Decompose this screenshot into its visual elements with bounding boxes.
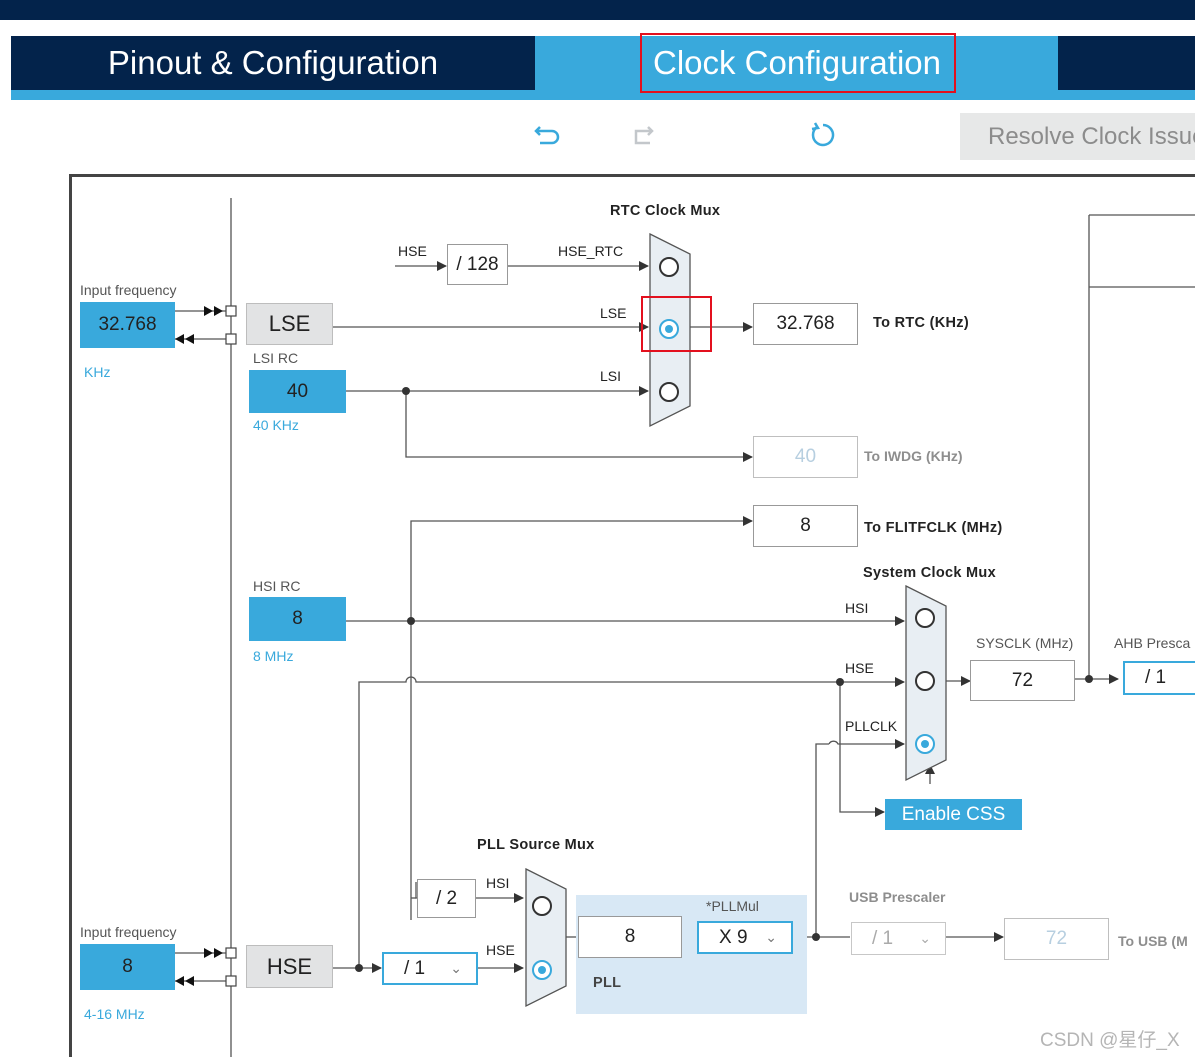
select-value: / 1 (404, 957, 426, 979)
title-bar (0, 0, 1195, 20)
to-usb-label: To USB (M (1118, 933, 1188, 949)
lsi-rc-value: 40 (249, 370, 346, 413)
usb-output-field: 72 (1004, 918, 1109, 960)
sys-mux-hse-radio[interactable] (915, 671, 935, 691)
hsi-div2-box: / 2 (417, 879, 476, 918)
lsi-unit: 40 KHz (253, 417, 299, 433)
hse-rtc-label: HSE_RTC (558, 243, 624, 259)
hse-source-box[interactable]: HSE (246, 945, 333, 988)
usb-prescaler-label: USB Prescaler (849, 889, 946, 905)
select-value: / 1 (1145, 667, 1167, 688)
to-rtc-label: To RTC (KHz) (873, 315, 969, 331)
hse-input-frequency-label: Input frequency (80, 924, 177, 940)
rtc-mux-lsi-radio[interactable] (659, 382, 679, 402)
pll-mux-hsi-radio[interactable] (532, 896, 552, 916)
hsi-unit: 8 MHz (253, 648, 294, 664)
watermark: CSDN @星仔_X (1040, 1030, 1180, 1051)
flitf-output-field: 8 (753, 505, 858, 547)
sys-pllclk-label: PLLCLK (845, 718, 898, 734)
hse-prediv-select[interactable]: / 1 ⌄ (382, 952, 478, 985)
sysclk-label: SYSCLK (MHz) (976, 635, 1074, 651)
chevron-down-icon: ⌄ (919, 930, 931, 946)
pllmul-label: *PLLMul (706, 898, 759, 914)
rtc-lse-label: LSE (600, 305, 627, 321)
sys-mux-pllclk-radio[interactable] (915, 734, 935, 754)
redo-icon[interactable] (626, 120, 656, 150)
lse-input-frequency-field[interactable]: 32.768 (80, 302, 175, 348)
pll-source-mux-title: PLL Source Mux (477, 837, 595, 853)
to-flitfclk-label: To FLITFCLK (MHz) (864, 520, 1003, 536)
sys-hse-label: HSE (845, 660, 874, 676)
system-clock-mux-title: System Clock Mux (863, 565, 996, 581)
select-value: / 1 (872, 927, 894, 949)
rtc-lsi-label: LSI (600, 368, 622, 384)
pllmul-select[interactable]: X 9 ⌄ (697, 921, 793, 954)
sysclk-field[interactable]: 72 (970, 660, 1075, 701)
pll-mux-hse-radio[interactable] (532, 960, 552, 980)
hse-unit: 4-16 MHz (84, 1006, 145, 1022)
undo-icon[interactable] (532, 120, 562, 150)
highlight-box (640, 33, 956, 93)
chevron-down-icon: ⌄ (450, 960, 462, 976)
to-iwdg-label: To IWDG (KHz) (864, 448, 963, 464)
lse-unit: KHz (84, 364, 111, 380)
sys-mux-hsi-radio[interactable] (915, 608, 935, 628)
lse-input-frequency-label: Input frequency (80, 282, 177, 298)
rtc-lse-highlight (641, 296, 712, 352)
rtc-hse-label: HSE (398, 243, 427, 259)
rtc-output-field[interactable]: 32.768 (753, 303, 858, 345)
resolve-clock-issues-button[interactable]: Resolve Clock Issues (960, 113, 1195, 160)
hsi-rc-label: HSI RC (253, 578, 301, 594)
pll-input-field: 8 (578, 916, 682, 958)
enable-css-button[interactable]: Enable CSS (885, 799, 1022, 830)
tab-pinout-configuration[interactable]: Pinout & Configuration (11, 36, 535, 90)
tab-label: Pinout & Configuration (107, 44, 439, 81)
pll-label: PLL (593, 975, 622, 991)
hse-div128-box: / 128 (447, 244, 508, 285)
lse-source-box[interactable]: LSE (246, 303, 333, 345)
ahb-prescaler-label: AHB Presca (1114, 635, 1191, 651)
iwdg-output-field: 40 (753, 436, 858, 478)
refresh-icon[interactable] (808, 120, 838, 150)
pll-hsi-label: HSI (486, 875, 510, 891)
hse-input-frequency-field[interactable]: 8 (80, 944, 175, 990)
lsi-rc-label: LSI RC (253, 350, 299, 366)
rtc-mux-title: RTC Clock Mux (610, 203, 721, 219)
rtc-mux-hse-radio[interactable] (659, 257, 679, 277)
button-label: Resolve Clock Issues (988, 122, 1195, 150)
sys-hsi-label: HSI (845, 600, 869, 616)
chevron-down-icon: ⌄ (765, 929, 777, 945)
ahb-prescaler-select[interactable]: / 1 (1123, 661, 1195, 695)
select-value: X 9 (719, 926, 748, 948)
hsi-rc-value: 8 (249, 597, 346, 641)
tab-next[interactable] (1058, 36, 1195, 90)
pll-hse-label: HSE (486, 942, 515, 958)
usb-prescaler-select[interactable]: / 1 ⌄ (851, 922, 946, 955)
